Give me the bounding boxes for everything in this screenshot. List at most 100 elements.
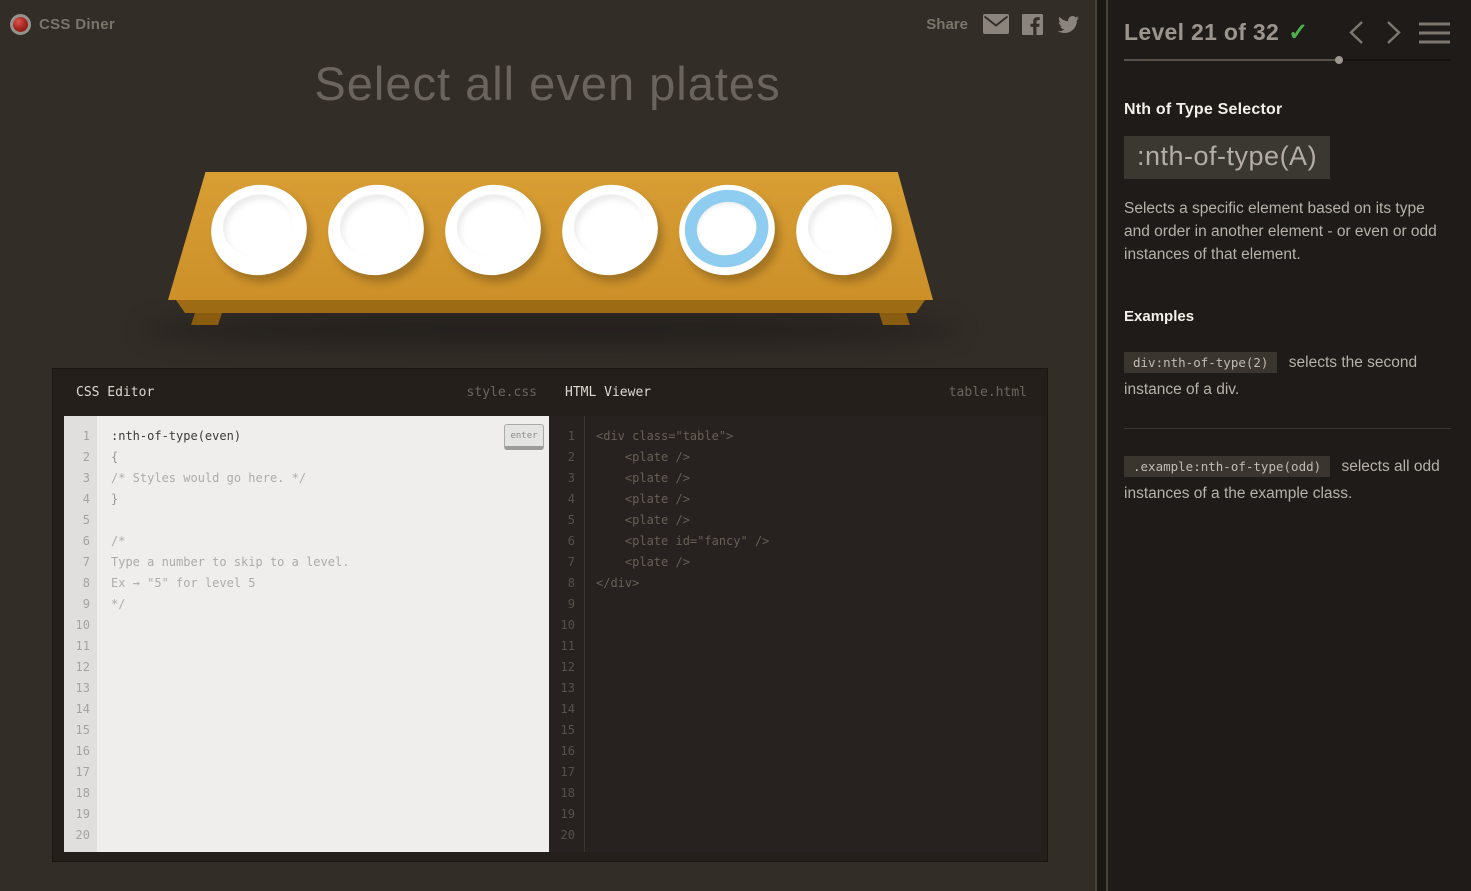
line-number: 12: [75, 660, 90, 674]
code-line: 16: [64, 741, 549, 762]
example-code: div:nth-of-type(2): [1124, 352, 1278, 374]
top-bar: CSS Diner Share: [0, 0, 1095, 42]
code-line: 3 /* Styles would go here. */: [64, 468, 549, 489]
line-number: 20: [75, 828, 90, 842]
line-text: [97, 762, 111, 783]
code-line: 5: [64, 510, 549, 531]
code-line: 11: [64, 636, 549, 657]
line-text: [584, 615, 596, 636]
code-line: 20: [64, 825, 549, 846]
pane-divider[interactable]: [1095, 0, 1108, 891]
facebook-icon[interactable]: [1022, 13, 1043, 35]
line-number: 5: [567, 513, 575, 527]
css-editor-title: CSS Editor: [76, 385, 155, 400]
enter-button[interactable]: enter: [504, 424, 544, 450]
line-number: 11: [75, 639, 90, 653]
line-number: 6: [82, 534, 90, 548]
line-number: 14: [75, 702, 90, 716]
chevron-left-icon[interactable]: [1346, 19, 1368, 46]
code-line: 12: [549, 657, 1041, 678]
chevron-right-icon[interactable]: [1382, 19, 1404, 46]
html-viewer-pane: 1 <div class="table"> 2 <plate /> 3 <plate …: [549, 416, 1041, 852]
table-leg-left: [191, 313, 222, 325]
line-number: 8: [82, 576, 90, 590]
html-viewer-header: HTML Viewer table.html: [549, 385, 1047, 400]
line-number: 16: [560, 744, 575, 758]
line-text: [584, 825, 596, 846]
code-line: 14: [549, 699, 1041, 720]
code-line: 20: [549, 825, 1041, 846]
logo: CSS Diner: [10, 13, 115, 35]
line-text: [97, 699, 111, 720]
css-editor-input[interactable]: 1:nth-of-type(even) 2{3/* Styles would go…: [64, 416, 549, 852]
code-line: 1 <div class="table">: [549, 426, 1041, 447]
example-code: .example:nth-of-type(odd): [1124, 455, 1331, 477]
line-number: 9: [82, 597, 90, 611]
lesson-title: Nth of Type Selector: [1124, 101, 1283, 118]
line-text: [97, 720, 111, 741]
code-line: 10: [549, 615, 1041, 636]
line-number: 11: [560, 639, 575, 653]
line-text: [584, 636, 596, 657]
code-line: 8 </div>: [549, 573, 1041, 594]
level-indicator: Level 21 of 32: [1124, 19, 1280, 45]
line-text: [97, 657, 111, 678]
code-line: 11: [549, 636, 1041, 657]
line-text: */: [111, 597, 126, 611]
code-line: 16: [549, 741, 1041, 762]
code-line: 19: [549, 804, 1041, 825]
html-viewer-title: HTML Viewer: [565, 385, 652, 400]
progress-dot[interactable]: [1334, 56, 1343, 64]
line-text: [97, 636, 111, 657]
examples-list: div:nth-of-type(2) selects the second in…: [1124, 349, 1451, 507]
line-number: 17: [560, 765, 575, 779]
email-icon[interactable]: [983, 14, 1009, 34]
line-text: [97, 510, 111, 531]
editor-bodies: 1:nth-of-type(even) 2{3/* Styles would go…: [53, 416, 1047, 862]
twitter-icon[interactable]: [1056, 14, 1081, 35]
line-number: 15: [560, 723, 575, 737]
menu-icon[interactable]: [1418, 20, 1451, 46]
line-number: 12: [560, 660, 575, 674]
line-text: [97, 783, 111, 804]
level-progress-bar[interactable]: [1124, 56, 1451, 64]
line-number: 18: [560, 786, 575, 800]
line-text: [97, 615, 111, 636]
line-number: 3: [82, 471, 90, 485]
line-number: 20: [560, 828, 575, 842]
sidebar: Level 21 of 32 ✓ Nth of Type Selector :n…: [1108, 0, 1471, 891]
line-number: 5: [82, 513, 90, 527]
line-text: }: [111, 492, 119, 506]
line-text: <plate />: [596, 555, 690, 569]
line-number: 8: [567, 576, 575, 590]
line-text: [97, 804, 111, 825]
example-item: div:nth-of-type(2) selects the second in…: [1124, 352, 1418, 399]
css-editor-header: CSS Editor style.css: [53, 385, 549, 400]
share-bar: Share: [926, 13, 1081, 35]
line-number: 18: [75, 786, 90, 800]
code-line: 9: [549, 594, 1041, 615]
line-text: [584, 678, 596, 699]
line-text: [97, 825, 111, 846]
line-text: Ex → "5" for level 5: [111, 576, 256, 590]
line-text: [97, 678, 111, 699]
line-number: 7: [82, 555, 90, 569]
line-number: 16: [75, 744, 90, 758]
example-divider: [1124, 427, 1451, 429]
line-number: 4: [82, 492, 90, 506]
line-text: [584, 699, 596, 720]
line-text: [584, 762, 596, 783]
examples-heading: Examples: [1124, 308, 1195, 326]
table-leg-right: [879, 313, 910, 325]
sidebar-header: Level 21 of 32 ✓: [1124, 18, 1451, 47]
line-number: 13: [560, 681, 575, 695]
line-text: <plate />: [596, 471, 690, 485]
code-line: 19: [64, 804, 549, 825]
code-line: 6 /*: [64, 531, 549, 552]
line-text: [584, 594, 596, 615]
example-item: .example:nth-of-type(odd) selects all od…: [1124, 455, 1440, 502]
line-text: </div>: [596, 576, 640, 590]
code-line: 17: [64, 762, 549, 783]
main-area: CSS Diner Share Select all even plates C…: [0, 0, 1095, 891]
code-line: 7 Type a number to skip to a level.: [64, 552, 549, 573]
